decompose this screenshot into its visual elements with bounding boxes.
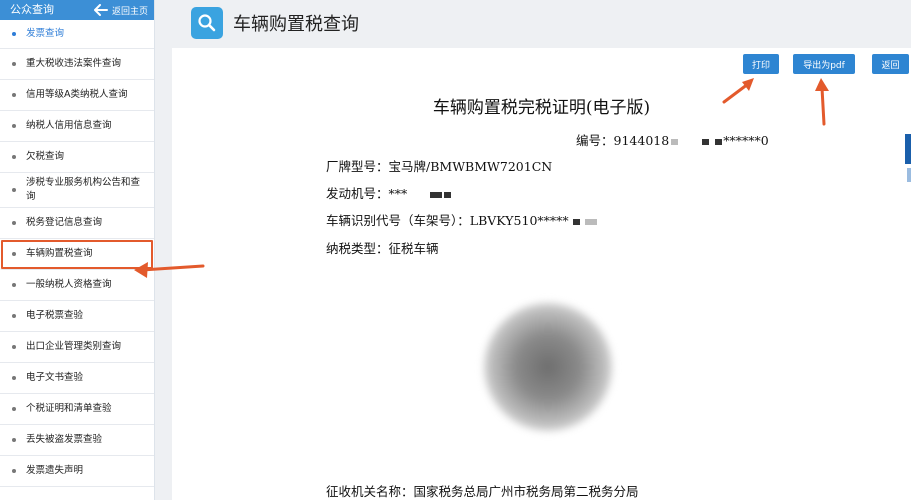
blurred-seal xyxy=(484,303,612,431)
sidebar-item-label: 电子税票查验 xyxy=(26,310,84,321)
sidebar-item-label: 出口企业管理类别查询 xyxy=(26,341,122,352)
brand-model-row: 厂牌型号：宝马牌/BMWBMW7201CN xyxy=(326,156,552,175)
sidebar-item-label: 发票查询 xyxy=(26,28,65,39)
back-arrow-icon xyxy=(93,4,108,16)
sidebar-item-lost-invoice-check[interactable]: 丢失被盗发票查验 xyxy=(0,425,154,456)
sidebar-item-e-document[interactable]: 电子文书查验 xyxy=(0,363,154,394)
vin-row: 车辆识别代号（车架号）：LBVKY510***** xyxy=(326,210,598,229)
print-button[interactable]: 打印 xyxy=(743,54,779,74)
bullet-icon xyxy=(12,469,16,473)
redaction-mark xyxy=(572,218,580,225)
tax-type-value: 征税车辆 xyxy=(388,241,439,256)
back-button[interactable]: 返回 xyxy=(872,54,909,74)
authority-row: 征收机关名称：国家税务总局广州市税务局第二税务分局 xyxy=(326,481,639,500)
sidebar-item-general-taxpayer[interactable]: 一般纳税人资格查询 xyxy=(0,270,154,301)
tax-type-row: 纳税类型：征税车辆 xyxy=(326,238,439,257)
sidebar-item-label: 税务登记信息查询 xyxy=(26,217,103,228)
search-icon xyxy=(191,7,223,39)
sidebar-item-label: 一般纳税人资格查询 xyxy=(26,279,112,290)
scrollbar-edge[interactable] xyxy=(905,134,911,164)
page-title: 车辆购置税查询 xyxy=(233,14,359,35)
back-to-home-link[interactable]: 返回主页 xyxy=(93,4,148,17)
export-pdf-button[interactable]: 导出为pdf xyxy=(793,54,855,74)
bullet-icon xyxy=(12,252,16,256)
sidebar-item-vehicle-purchase-tax[interactable]: 车辆购置税查询 xyxy=(0,239,154,270)
certificate-number: 编号：9144018 ******0 xyxy=(576,130,769,149)
certificate-title: 车辆购置税完税证明(电子版) xyxy=(432,98,651,118)
sidebar-item-major-tax-violation[interactable]: 重大税收违法案件查询 xyxy=(0,49,154,80)
sidebar-item-label: 欠税查询 xyxy=(26,151,65,162)
scrollbar-edge-lower xyxy=(907,168,911,182)
bullet-icon xyxy=(12,124,16,128)
sidebar-title: 公众查询 xyxy=(10,3,54,16)
sidebar-item-invoice-query[interactable]: 发票查询 xyxy=(0,20,154,49)
bullet-icon xyxy=(12,62,16,66)
sidebar-item-label: 发票遗失声明 xyxy=(26,465,84,476)
vin-value: LBVKY510***** xyxy=(469,213,569,228)
sidebar-item-tax-service-agencies[interactable]: 涉税专业服务机构公告和查询 xyxy=(0,173,154,208)
engine-number-label: 发动机号： xyxy=(326,186,389,201)
certificate-number-label: 编号： xyxy=(576,133,614,148)
sidebar-item-taxpayer-credit-info[interactable]: 纳税人信用信息查询 xyxy=(0,111,154,142)
redaction-mark xyxy=(430,191,443,198)
authority-value: 国家税务总局广州市税务局第二税务分局 xyxy=(413,484,639,499)
bullet-icon xyxy=(12,188,16,192)
title-bar: 车辆购置税查询 xyxy=(172,0,911,46)
bullet-icon xyxy=(12,345,16,349)
bullet-icon xyxy=(12,155,16,159)
bullet-icon xyxy=(12,438,16,442)
sidebar-item-label: 涉税专业服务机构公告和查询 xyxy=(26,177,141,202)
sidebar-item-credit-a-taxpayer[interactable]: 信用等级A类纳税人查询 xyxy=(0,80,154,111)
sidebar-item-export-enterprise[interactable]: 出口企业管理类别查询 xyxy=(0,332,154,363)
sidebar-item-label: 纳税人信用信息查询 xyxy=(26,120,112,131)
bullet-icon xyxy=(12,93,16,97)
bullet-icon xyxy=(12,221,16,225)
authority-label: 征收机关名称： xyxy=(326,484,414,499)
certificate-number-prefix: 9144018 xyxy=(613,133,670,148)
main-panel: 车辆购置税查询 打印 导出为pdf 返回 车辆购置税完税证明(电子版) 编号：9… xyxy=(172,0,911,500)
sidebar-item-personal-tax-proof[interactable]: 个税证明和清单查验 xyxy=(0,394,154,425)
certificate-document: 打印 导出为pdf 返回 车辆购置税完税证明(电子版) 编号：9144018 **… xyxy=(172,48,911,500)
redaction-mark xyxy=(584,218,597,225)
redaction-mark xyxy=(715,138,723,145)
vin-label: 车辆识别代号（车架号）： xyxy=(326,213,470,228)
sidebar-item-invoice-loss-statement[interactable]: 发票遗失声明 xyxy=(0,456,154,487)
bullet-icon xyxy=(12,376,16,380)
sidebar-item-label: 电子文书查验 xyxy=(26,372,84,383)
bullet-icon xyxy=(12,32,16,36)
sidebar-item-label: 车辆购置税查询 xyxy=(26,248,93,259)
redaction-mark xyxy=(444,191,452,198)
sidebar-item-label: 丢失被盗发票查验 xyxy=(26,434,103,445)
sidebar-item-tax-registration[interactable]: 税务登记信息查询 xyxy=(0,208,154,239)
bullet-icon xyxy=(12,407,16,411)
sidebar-item-e-tax-receipt[interactable]: 电子税票查验 xyxy=(0,301,154,332)
sidebar-item-label: 信用等级A类纳税人查询 xyxy=(26,89,128,100)
redaction-mark xyxy=(671,138,679,145)
sidebar-item-label: 重大税收违法案件查询 xyxy=(26,58,122,69)
bullet-icon xyxy=(12,314,16,318)
sidebar-item-label: 个税证明和清单查验 xyxy=(26,403,112,414)
brand-model-value: 宝马牌/BMWBMW7201CN xyxy=(388,159,553,174)
redaction-mark xyxy=(702,138,710,145)
engine-number-row: 发动机号：*** xyxy=(326,183,452,202)
engine-number-value: *** xyxy=(388,186,408,201)
brand-model-label: 厂牌型号： xyxy=(326,159,389,174)
bullet-icon xyxy=(12,283,16,287)
sidebar: 公众查询 返回主页 发票查询 重大税收违法案件查询 信用等级A类纳税人查询 纳税… xyxy=(0,0,155,500)
sidebar-header: 公众查询 返回主页 xyxy=(0,0,154,20)
tax-type-label: 纳税类型： xyxy=(326,241,389,256)
back-to-home-label: 返回主页 xyxy=(111,6,148,17)
certificate-number-suffix: ******0 xyxy=(723,133,769,148)
sidebar-item-tax-arrears[interactable]: 欠税查询 xyxy=(0,142,154,173)
